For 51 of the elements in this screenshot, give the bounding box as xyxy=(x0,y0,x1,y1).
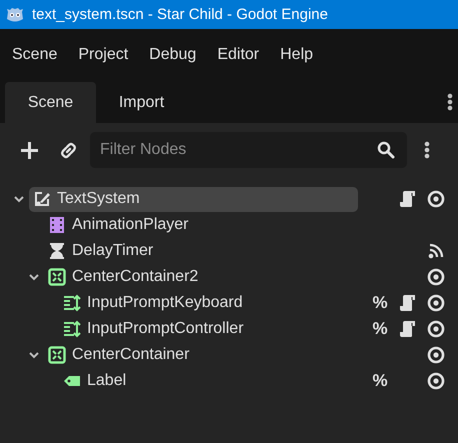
lines-arrows-icon xyxy=(63,320,81,338)
filter-field[interactable]: Filter Nodes xyxy=(90,132,407,168)
unique-name-marker[interactable]: % xyxy=(372,293,388,313)
tab[interactable]: Scene xyxy=(5,82,96,123)
signal-icon[interactable] xyxy=(427,242,445,260)
node-name: InputPromptKeyboard xyxy=(87,294,243,312)
unique-name-marker[interactable]: % xyxy=(372,319,388,339)
robot-head-icon xyxy=(5,6,25,24)
center-box-icon xyxy=(48,346,66,364)
eye-icon[interactable] xyxy=(426,268,446,286)
script-icon[interactable] xyxy=(399,320,417,338)
eye-icon[interactable] xyxy=(426,346,446,364)
link-icon[interactable] xyxy=(59,140,78,160)
tab[interactable]: Import xyxy=(96,82,187,123)
node-name: DelayTimer xyxy=(72,242,154,260)
more-icon[interactable] xyxy=(447,93,453,111)
node-name: TextSystem xyxy=(57,190,140,208)
window-title: text_system.tscn - Star Child - Godot Engine xyxy=(32,6,328,23)
node-name: AnimationPlayer xyxy=(72,216,188,234)
tree-row[interactable]: AnimationPlayer xyxy=(44,212,358,238)
menu-item[interactable]: Help xyxy=(272,40,322,70)
tree-row[interactable]: CenterContainer xyxy=(44,342,358,368)
menu-item[interactable]: Debug xyxy=(141,40,204,70)
node-name: Label xyxy=(87,372,126,390)
menu-item[interactable]: Editor xyxy=(209,40,268,70)
tree-row[interactable]: CenterContainer2 xyxy=(44,264,358,290)
script-icon[interactable] xyxy=(399,294,417,312)
hourglass-icon xyxy=(48,242,66,260)
menu-item[interactable]: Scene xyxy=(4,40,66,70)
tree-row[interactable]: InputPromptKeyboard xyxy=(59,290,358,316)
unique-name-marker[interactable]: % xyxy=(372,371,388,391)
search-icon[interactable] xyxy=(377,141,395,159)
node-name: CenterContainer xyxy=(72,346,190,364)
script-icon[interactable] xyxy=(399,190,417,208)
add-icon[interactable] xyxy=(20,140,39,160)
pencil-square-icon xyxy=(33,190,51,208)
center-box-icon xyxy=(48,268,66,286)
tree-row[interactable]: InputPromptController xyxy=(59,316,358,342)
node-name: CenterContainer2 xyxy=(72,268,198,286)
film-strip-icon xyxy=(48,216,66,234)
eye-icon[interactable] xyxy=(426,294,446,312)
tree-row[interactable]: Label xyxy=(59,368,358,394)
eye-icon[interactable] xyxy=(426,190,446,208)
eye-icon[interactable] xyxy=(426,320,446,338)
lines-arrows-icon xyxy=(63,294,81,312)
node-name: InputPromptController xyxy=(87,320,244,338)
menu-item[interactable]: Project xyxy=(70,40,136,70)
tree-row[interactable]: TextSystem xyxy=(29,186,358,212)
more-icon[interactable] xyxy=(424,141,430,159)
eye-icon[interactable] xyxy=(426,372,446,390)
tree-row[interactable]: DelayTimer xyxy=(44,238,358,264)
